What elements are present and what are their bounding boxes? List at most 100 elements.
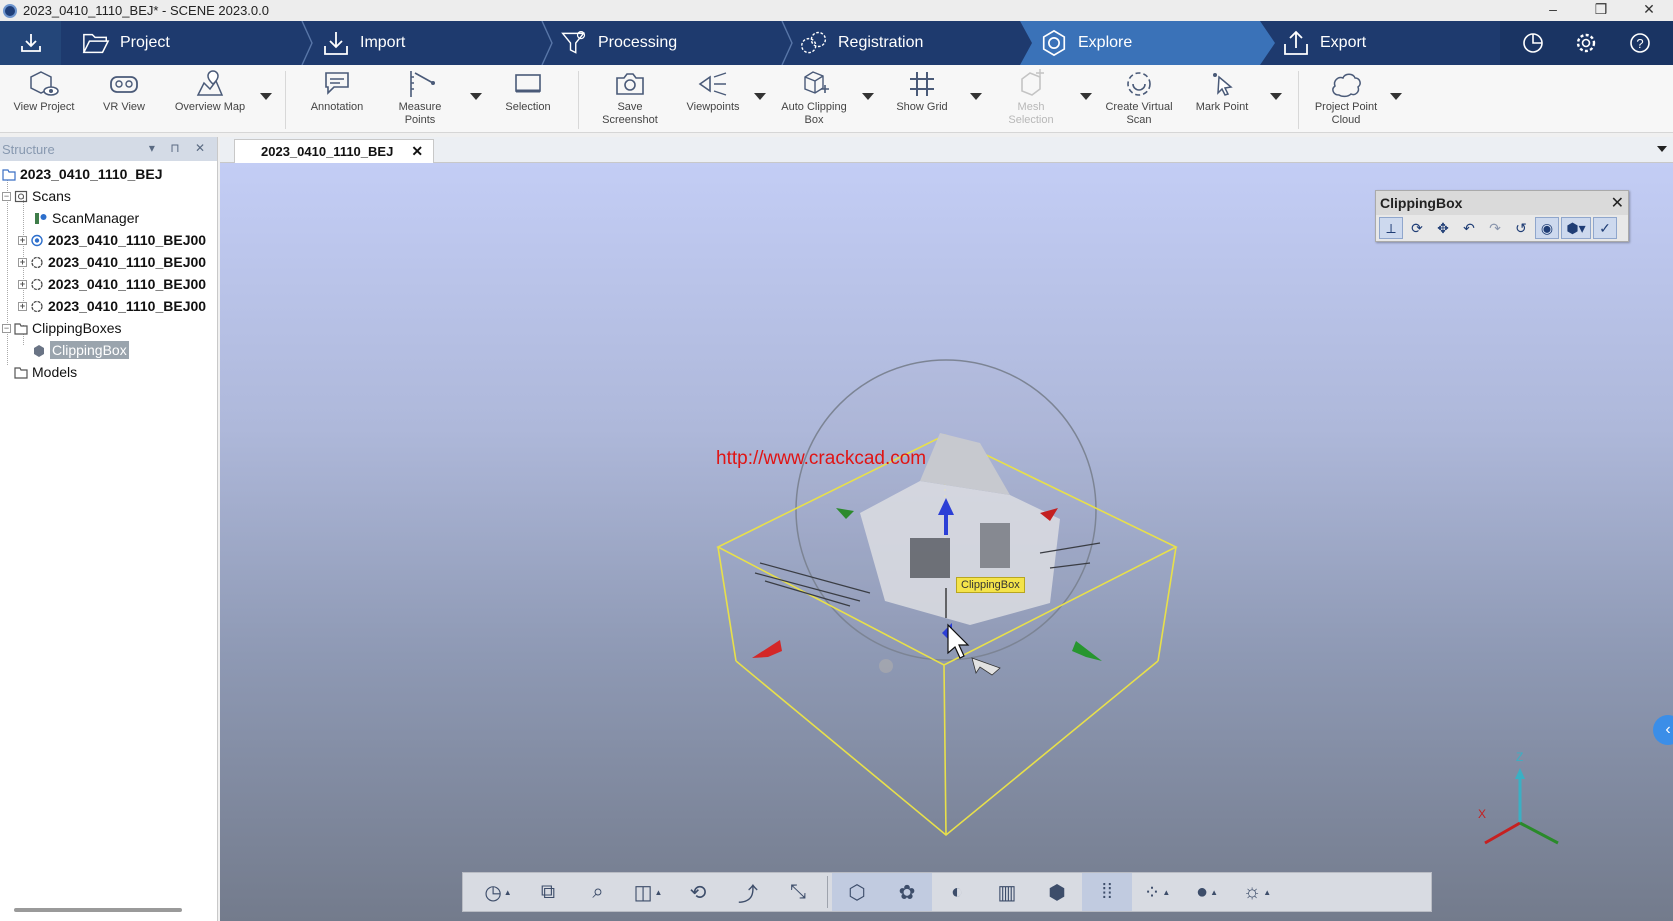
- expand-toggle[interactable]: +: [18, 235, 27, 245]
- tree-node-scan[interactable]: + 2023_0410_1110_BEJ00: [18, 273, 206, 295]
- structure-panel: Structure ▾ ⊓ ✕ 2023_0410_1110_BEJ − Sca…: [0, 137, 218, 921]
- orbit-icon[interactable]: ⟲: [673, 873, 723, 911]
- measure-points-dropdown[interactable]: [470, 93, 482, 100]
- clipping-box-mode-icon[interactable]: ⬡: [832, 873, 882, 911]
- mark-point-dropdown[interactable]: [1270, 93, 1282, 100]
- mark-point-button[interactable]: Mark Point: [1190, 69, 1254, 114]
- walk-icon[interactable]: ⤴: [723, 873, 773, 911]
- measure-points-button[interactable]: Measure Points: [384, 69, 456, 127]
- document-tab[interactable]: 2023_0410_1110_BEJ ✕: [234, 139, 435, 163]
- scan-station-icon: [31, 300, 43, 312]
- save-screenshot-button[interactable]: Save Screenshot: [594, 69, 666, 127]
- tree-node-clippingboxes[interactable]: − ClippingBoxes: [2, 317, 122, 339]
- tree-node-scanmanager[interactable]: ScanManager: [34, 207, 139, 229]
- expand-toggle[interactable]: +: [18, 257, 27, 267]
- close-tab-icon[interactable]: ✕: [411, 143, 423, 160]
- undo-icon[interactable]: ↶: [1457, 217, 1481, 239]
- toolbar-separator: [827, 876, 828, 908]
- 3d-viewport[interactable]: Z X http://www.crackcad.com ClippingBox …: [220, 163, 1673, 921]
- tab-project[interactable]: Project: [82, 21, 170, 65]
- tab-export-label: Export: [1320, 34, 1367, 51]
- view-project-label: View Project: [13, 101, 75, 113]
- quick-access-button[interactable]: [0, 21, 61, 65]
- move-icon[interactable]: ✥: [1431, 217, 1455, 239]
- lighting-icon[interactable]: ☼ ▲: [1232, 873, 1282, 911]
- clipping-box-panel-header: ClippingBox ✕: [1376, 191, 1628, 215]
- viewpoints-button[interactable]: Viewpoints: [678, 69, 748, 114]
- grid-dots-icon[interactable]: ⁞⁞: [1082, 873, 1132, 911]
- tab-registration[interactable]: Registration: [800, 21, 923, 65]
- tree-node-scan[interactable]: + 2023_0410_1110_BEJ00: [18, 251, 206, 273]
- collapse-toggle[interactable]: −: [2, 323, 11, 333]
- scans-icon: [14, 190, 28, 202]
- project-point-cloud-dropdown[interactable]: [1390, 93, 1402, 100]
- eye-icon[interactable]: ◉: [1535, 217, 1559, 239]
- fly-icon[interactable]: ⤡: [773, 873, 823, 911]
- close-button[interactable]: ✕: [1625, 0, 1673, 21]
- box-dropdown-icon[interactable]: ⬢▾: [1561, 217, 1591, 239]
- clipping-box-panel-title: ClippingBox: [1380, 195, 1463, 211]
- ribbon-separator: [578, 71, 579, 129]
- view-cube-icon[interactable]: ◫ ▲: [623, 873, 673, 911]
- contrast-icon[interactable]: ◐: [932, 873, 982, 911]
- restore-button[interactable]: ❒: [1577, 0, 1625, 21]
- zoom-extents-icon[interactable]: ⧉: [523, 873, 573, 911]
- create-virtual-scan-button[interactable]: Create Virtual Scan: [1100, 69, 1178, 127]
- tree-node-scans[interactable]: − Scans: [2, 185, 71, 207]
- tab-list-dropdown[interactable]: [1657, 146, 1667, 152]
- vr-view-button[interactable]: VR View: [94, 69, 154, 114]
- help-icon[interactable]: ?: [1629, 32, 1651, 54]
- rotate-icon[interactable]: ⟳: [1405, 217, 1429, 239]
- annotation-button[interactable]: Annotation: [302, 69, 372, 114]
- tab-explore[interactable]: Explore: [1040, 21, 1132, 65]
- expand-toggle[interactable]: +: [18, 279, 27, 289]
- vr-headset-icon: [107, 69, 141, 99]
- check-icon[interactable]: ✓: [1593, 217, 1617, 239]
- tree-root[interactable]: 2023_0410_1110_BEJ: [2, 163, 162, 185]
- tree-node-clippingbox[interactable]: ClippingBox: [32, 339, 129, 361]
- scan-station-active-icon: [31, 234, 43, 246]
- tab-import[interactable]: Import: [322, 21, 405, 65]
- tree-node-models[interactable]: Models: [14, 361, 77, 383]
- zoom-icon[interactable]: ⌕: [573, 873, 623, 911]
- overview-map-label: Overview Map: [174, 101, 246, 113]
- gear-icon[interactable]: [1575, 32, 1597, 54]
- point-density-icon[interactable]: ▥: [982, 873, 1032, 911]
- auto-clipping-box-dropdown[interactable]: [862, 93, 874, 100]
- box-outline-icon[interactable]: ⬢: [1032, 873, 1082, 911]
- tree-node-scan[interactable]: + 2023_0410_1110_BEJ00: [18, 229, 206, 251]
- reset-icon[interactable]: ↺: [1509, 217, 1533, 239]
- structure-scrollbar[interactable]: [14, 908, 182, 912]
- folder-icon: [14, 322, 28, 335]
- overview-map-button[interactable]: Overview Map: [170, 69, 250, 114]
- mesh-selection-dropdown[interactable]: [1080, 93, 1092, 100]
- minimize-button[interactable]: –: [1529, 0, 1577, 21]
- pie-chart-icon[interactable]: [1522, 32, 1544, 54]
- auto-clipping-box-button[interactable]: Auto Clipping Box: [776, 69, 852, 127]
- vr-view-label: VR View: [103, 101, 145, 113]
- point-size-icon[interactable]: ⁘ ▲: [1132, 873, 1182, 911]
- selection-button[interactable]: Selection: [498, 69, 558, 114]
- axis-x-label: X: [1478, 807, 1486, 821]
- tree-node-scan[interactable]: + 2023_0410_1110_BEJ00: [18, 295, 206, 317]
- close-panel-icon[interactable]: ✕: [1611, 193, 1624, 213]
- collapse-toggle[interactable]: −: [2, 191, 11, 201]
- tab-export[interactable]: Export: [1282, 21, 1366, 65]
- viewpoints-dropdown[interactable]: [754, 93, 766, 100]
- watermark-text: http://www.crackcad.com: [716, 448, 927, 469]
- axes-icon[interactable]: ⟂: [1379, 217, 1403, 239]
- navigation-mode-icon[interactable]: ◷ ▲: [473, 873, 523, 911]
- show-grid-button[interactable]: Show Grid: [888, 69, 956, 114]
- redo-icon[interactable]: ↷: [1483, 217, 1507, 239]
- tab-processing[interactable]: Processing: [560, 21, 677, 65]
- view-project-button[interactable]: View Project: [8, 69, 80, 114]
- show-grid-dropdown[interactable]: [970, 93, 982, 100]
- expand-toggle[interactable]: +: [18, 301, 27, 311]
- scan-label: 2023_0410_1110_BEJ00: [48, 254, 207, 270]
- overview-map-dropdown[interactable]: [260, 93, 272, 100]
- point-cloud-mode-icon[interactable]: ✿: [882, 873, 932, 911]
- folder-icon: [14, 366, 28, 379]
- project-point-cloud-button[interactable]: Project Point Cloud: [1310, 69, 1382, 127]
- panel-controls[interactable]: ▾ ⊓ ✕: [149, 141, 211, 155]
- color-wheel-icon[interactable]: ● ▲: [1182, 873, 1232, 911]
